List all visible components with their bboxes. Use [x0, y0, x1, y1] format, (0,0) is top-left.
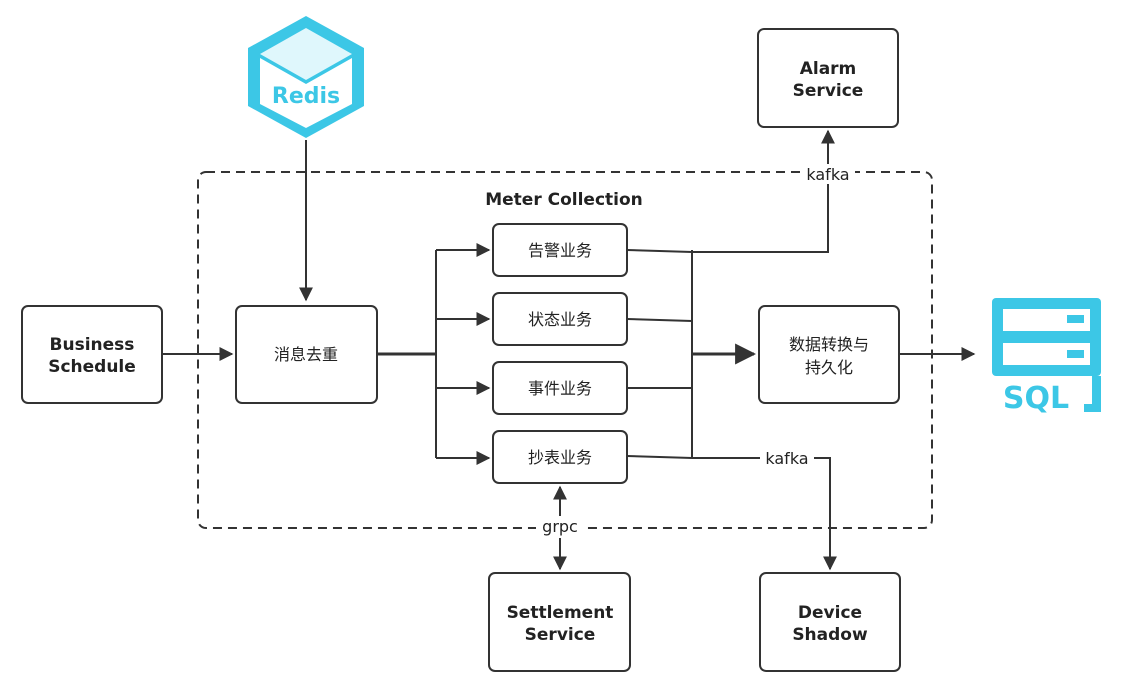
alarm-biz-node[interactable]: 告警业务 [492, 223, 628, 277]
redis-label: Redis [272, 84, 340, 109]
kafka-alarm-label: kafka [806, 165, 849, 184]
redis-icon: Redis [248, 16, 364, 138]
status-biz-node[interactable]: 状态业务 [492, 292, 628, 346]
business-schedule-line1: Business [50, 335, 135, 355]
alarm-service-node[interactable]: Alarm Service [757, 28, 899, 128]
edge-meter-biz-to-shadow [692, 457, 837, 571]
convert-line2: 持久化 [805, 358, 853, 377]
meter-biz-node[interactable]: 抄表业务 [492, 430, 628, 484]
alarm-biz-label: 告警业务 [528, 241, 592, 260]
settlement-service-node[interactable]: Settlement Service [488, 572, 631, 672]
meter-collection-title: Meter Collection [485, 190, 643, 210]
edge-status-biz-merge [626, 318, 693, 322]
meter-biz-label: 抄表业务 [528, 448, 592, 467]
edge-alarm-biz-merge [626, 249, 693, 253]
alarm-service-line2: Service [793, 81, 864, 101]
settlement-service-line1: Settlement [507, 603, 614, 623]
edge-alarm-biz-to-alarm-service [692, 129, 835, 253]
kafka-shadow-label: kafka [765, 449, 808, 468]
device-shadow-line2: Shadow [792, 625, 868, 645]
architecture-diagram: Meter Collection Redis Business Schedule… [21, 16, 1101, 672]
event-biz-label: 事件业务 [528, 379, 592, 398]
business-schedule-node[interactable]: Business Schedule [21, 305, 163, 404]
grpc-label: grpc [542, 517, 578, 536]
sql-label: SQL [1003, 381, 1069, 416]
event-biz-node[interactable]: 事件业务 [492, 361, 628, 415]
edge-meter-biz-merge [626, 455, 693, 459]
dedup-label: 消息去重 [274, 345, 338, 364]
convert-line1: 数据转换与 [789, 335, 869, 354]
dedup-node[interactable]: 消息去重 [235, 305, 378, 404]
convert-node[interactable]: 数据转换与 持久化 [758, 305, 900, 404]
alarm-service-line1: Alarm [800, 59, 857, 79]
sql-database-icon: SQL [992, 298, 1101, 416]
business-schedule-line2: Schedule [48, 357, 136, 377]
settlement-service-line2: Service [525, 625, 596, 645]
status-biz-label: 状态业务 [528, 310, 592, 329]
device-shadow-line1: Device [798, 603, 862, 623]
device-shadow-node[interactable]: Device Shadow [759, 572, 901, 672]
